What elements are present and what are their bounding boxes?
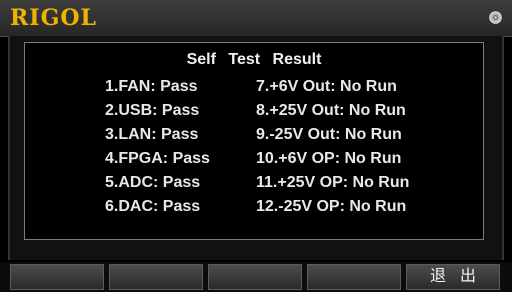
right-result-column: 7.+6V Out: No Run 8.+25V Out: No Run 9.-… [256,75,409,219]
content-area: Self Test Result 1.FAN: Pass 2.USB: Pass… [8,36,504,260]
test-result-item: 10.+6V OP: No Run [256,150,402,167]
test-result-item: 8.+25V Out: No Run [256,102,406,119]
test-result-item: 12.-25V OP: No Run [256,198,407,215]
top-bar: RIGOL [0,0,512,37]
softkey-1[interactable] [10,264,104,290]
disc-icon [489,11,502,24]
test-result-item: 11.+25V OP: No Run [256,174,410,191]
test-result-item: 7.+6V Out: No Run [256,78,397,95]
self-test-panel: Self Test Result 1.FAN: Pass 2.USB: Pass… [24,42,484,240]
test-result-item: 9.-25V Out: No Run [256,126,402,143]
softkey-2[interactable] [109,264,203,290]
softkey-3[interactable] [208,264,302,290]
left-result-column: 1.FAN: Pass 2.USB: Pass 3.LAN: Pass 4.FP… [105,75,210,219]
test-result-item: 2.USB: Pass [105,102,200,119]
softkey-bar: 退出 [0,262,512,292]
test-result-item: 5.ADC: Pass [105,174,201,191]
rigol-logo: RIGOL [10,5,97,31]
test-result-item: 4.FPGA: Pass [105,150,210,167]
panel-title: Self Test Result [186,51,322,68]
exit-softkey[interactable]: 退出 [406,264,500,290]
test-result-item: 6.DAC: Pass [105,198,201,215]
softkey-4[interactable] [307,264,401,290]
test-result-item: 1.FAN: Pass [105,78,198,95]
test-result-item: 3.LAN: Pass [105,126,199,143]
screen: RIGOL Self Test Result 1.FAN: Pass 2.USB… [0,0,512,292]
